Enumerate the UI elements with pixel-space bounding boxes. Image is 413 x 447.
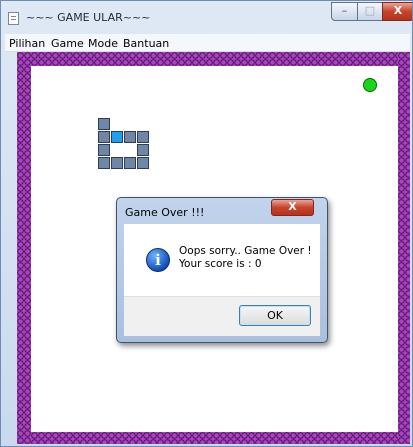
dialog-close-button[interactable]: X bbox=[271, 199, 314, 216]
menu-item-mode[interactable]: Mode bbox=[88, 37, 118, 50]
menu-item-game[interactable]: Game bbox=[51, 37, 84, 50]
snake-segment bbox=[98, 157, 110, 169]
wall-left bbox=[17, 52, 31, 444]
dialog-body: i Oops sorry.. Game Over ! Your score is… bbox=[124, 224, 320, 296]
snake-segment bbox=[124, 157, 136, 169]
window-title: ~~~ GAME ULAR~~~ bbox=[26, 11, 151, 24]
snake-segment bbox=[98, 144, 110, 156]
snake-segment bbox=[137, 157, 149, 169]
dialog-footer: OK bbox=[124, 296, 320, 336]
title-bar[interactable]: ~~~ GAME ULAR~~~ – □ X bbox=[1, 1, 412, 34]
wall-bottom bbox=[17, 432, 410, 444]
menu-bar: Pilihan Game Mode Bantuan bbox=[5, 34, 410, 52]
score-text: Your score is : 0 bbox=[179, 258, 262, 270]
snake-segment bbox=[137, 131, 149, 143]
close-icon: X bbox=[393, 4, 403, 17]
maximize-icon: □ bbox=[364, 4, 376, 17]
app-icon[interactable] bbox=[8, 12, 19, 25]
menu-item-pilihan[interactable]: Pilihan bbox=[9, 37, 45, 50]
menu-item-bantuan[interactable]: Bantuan bbox=[123, 37, 169, 50]
close-icon: X bbox=[288, 200, 297, 213]
snake-head bbox=[111, 131, 123, 143]
snake-segment bbox=[124, 131, 136, 143]
ok-button[interactable]: OK bbox=[239, 305, 311, 326]
food-icon bbox=[363, 78, 377, 92]
game-over-dialog: Game Over !!! X i Oops sorry.. Game Over… bbox=[116, 197, 328, 343]
close-button[interactable]: X bbox=[382, 2, 412, 21]
wall-right bbox=[398, 52, 410, 444]
app-window: ~~~ GAME ULAR~~~ – □ X Pilihan Game Mode… bbox=[0, 0, 413, 447]
snake-segment bbox=[98, 118, 110, 130]
maximize-button[interactable]: □ bbox=[357, 2, 383, 21]
dialog-title: Game Over !!! bbox=[125, 206, 205, 219]
minimize-button[interactable]: – bbox=[331, 2, 358, 21]
snake-segment bbox=[111, 157, 123, 169]
snake-segment bbox=[137, 144, 149, 156]
snake-segment bbox=[98, 131, 110, 143]
dialog-message: Oops sorry.. Game Over ! bbox=[179, 245, 312, 257]
minimize-icon: – bbox=[341, 4, 348, 17]
info-icon: i bbox=[146, 248, 170, 272]
wall-top bbox=[17, 52, 410, 66]
